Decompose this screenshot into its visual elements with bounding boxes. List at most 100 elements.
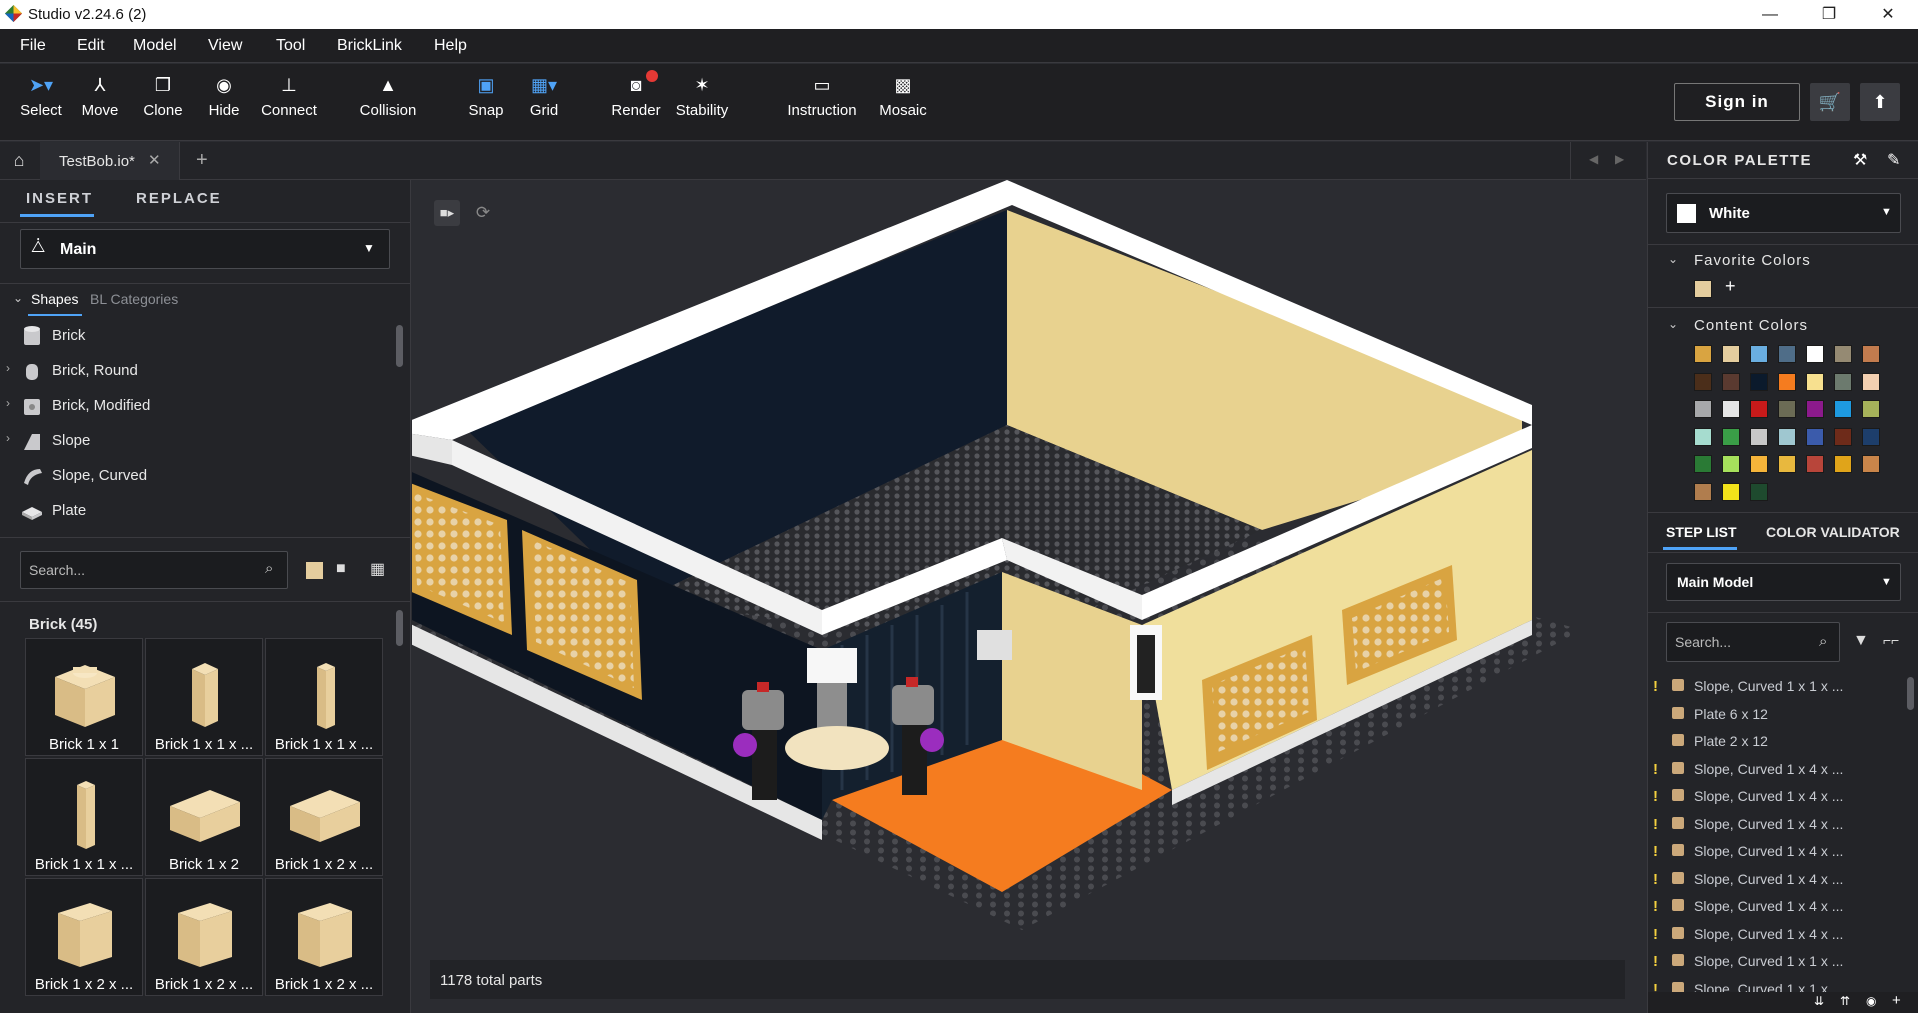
shape-item-brick[interactable]: Brick — [0, 318, 395, 353]
step-list-item[interactable]: ! Slope, Curved 1 x 4 x ... — [1648, 782, 1910, 809]
collision-tool-button[interactable]: ▲ Collision — [355, 70, 421, 134]
content-color-swatch[interactable] — [1694, 345, 1712, 363]
content-color-swatch[interactable] — [1806, 400, 1824, 418]
render-tool-button[interactable]: ◙ Render — [611, 70, 661, 134]
step-search-input[interactable]: Search... ⌕ — [1666, 622, 1840, 662]
add-step-icon[interactable]: + — [1892, 992, 1901, 1009]
step-list-item[interactable]: ! Slope, Curved 1 x 4 x ... — [1648, 920, 1910, 947]
content-color-swatch[interactable] — [1722, 400, 1740, 418]
expand-chevron-icon[interactable]: › — [6, 361, 10, 375]
expand-all-icon[interactable]: ⇈ — [1840, 994, 1850, 1008]
subtab-shapes[interactable]: Shapes — [31, 291, 78, 307]
content-color-swatch[interactable] — [1806, 372, 1824, 391]
subtab-bl-categories[interactable]: BL Categories — [90, 291, 178, 307]
tab-step-list[interactable]: STEP LIST — [1666, 524, 1737, 540]
menu-file[interactable]: File — [20, 37, 46, 55]
part-brick-1x2x-b[interactable]: Brick 1 x 2 x ... — [145, 878, 263, 996]
content-color-swatch[interactable] — [1862, 427, 1880, 446]
shape-item-brick-round[interactable]: › Brick, Round — [0, 353, 395, 388]
select-tool-button[interactable]: ➤▾ Select — [16, 70, 66, 134]
instruction-tool-button[interactable]: ▭ Instruction — [784, 70, 860, 134]
content-color-swatch[interactable] — [1750, 455, 1768, 473]
snap-tool-button[interactable]: ▣ Snap — [465, 70, 507, 134]
model-dropdown[interactable]: Main Model ▼ — [1666, 563, 1901, 601]
content-color-swatch[interactable] — [1862, 345, 1880, 363]
upload-button[interactable]: ⬆ — [1860, 83, 1900, 121]
home-button[interactable]: ⌂ — [0, 142, 38, 180]
menu-edit[interactable]: Edit — [77, 37, 105, 55]
tab-testbob[interactable]: TestBob.io* ✕ — [40, 142, 180, 180]
part-brick-1x2x-c[interactable]: Brick 1 x 2 x ... — [265, 878, 383, 996]
content-color-swatch[interactable] — [1694, 427, 1712, 446]
content-color-swatch[interactable] — [1722, 455, 1740, 473]
filter-icon[interactable]: ▼ — [1853, 632, 1869, 650]
search-icon[interactable]: ⌕ — [1819, 633, 1827, 650]
content-color-swatch[interactable] — [1862, 455, 1880, 473]
step-list-item[interactable]: Plate 2 x 12 — [1648, 727, 1910, 754]
content-color-swatch[interactable] — [1778, 400, 1796, 418]
collapse-chevron-icon[interactable]: ⌄ — [1668, 317, 1678, 331]
menu-model[interactable]: Model — [133, 37, 177, 55]
content-color-swatch[interactable] — [1778, 455, 1796, 473]
content-color-swatch[interactable] — [1694, 372, 1712, 391]
content-color-swatch[interactable] — [1834, 427, 1852, 446]
part-brick-1x2x[interactable]: Brick 1 x 2 x ... — [265, 758, 383, 876]
add-favorite-icon[interactable]: + — [1725, 276, 1736, 297]
color-filter-swatch[interactable] — [306, 562, 323, 579]
content-color-swatch[interactable] — [1750, 400, 1768, 418]
maximize-button[interactable]: ❐ — [1800, 0, 1858, 29]
minimize-button[interactable]: — — [1741, 0, 1799, 29]
part-brick-1x1x[interactable]: Brick 1 x 1 x ... — [145, 638, 263, 756]
step-list-item[interactable]: ! Slope, Curved 1 x 1 x ... — [1648, 672, 1910, 699]
content-color-swatch[interactable] — [1862, 372, 1880, 391]
shape-item-brick-modified[interactable]: › Brick, Modified — [0, 388, 395, 423]
step-list-item[interactable]: ! Slope, Curved 1 x 4 x ... — [1648, 755, 1910, 782]
brick-view-icon[interactable]: ■ — [336, 560, 346, 578]
content-color-swatch[interactable] — [1778, 427, 1796, 446]
content-color-swatch[interactable] — [1834, 400, 1852, 418]
palette-dropdown[interactable]: ⧊ Main ▼ — [20, 229, 390, 269]
content-color-swatch[interactable] — [1834, 372, 1852, 391]
expand-chevron-icon[interactable]: › — [6, 431, 10, 445]
hide-step-icon[interactable]: ◉ — [1866, 994, 1876, 1008]
collapse-chevron-icon[interactable]: ⌄ — [13, 291, 23, 305]
step-scrollbar[interactable] — [1907, 677, 1914, 710]
content-color-swatch[interactable] — [1722, 482, 1740, 501]
step-list-item[interactable]: ! Slope, Curved 1 x 1 x ... — [1648, 975, 1910, 992]
shape-item-plate[interactable]: Plate — [0, 493, 395, 528]
menu-help[interactable]: Help — [434, 37, 467, 55]
content-color-swatch[interactable] — [1806, 345, 1824, 363]
search-icon[interactable]: ⌕ — [265, 560, 273, 577]
step-list-item[interactable]: ! Slope, Curved 1 x 4 x ... — [1648, 865, 1910, 892]
step-list-item[interactable]: ! Slope, Curved 1 x 4 x ... — [1648, 892, 1910, 919]
glasses-icon[interactable]: ⌐⌐ — [1883, 632, 1899, 648]
content-color-swatch[interactable] — [1806, 455, 1824, 473]
move-tool-button[interactable]: ⅄ Move — [75, 70, 125, 134]
part-brick-1x2[interactable]: Brick 1 x 2 — [145, 758, 263, 876]
content-color-swatch[interactable] — [1806, 427, 1824, 446]
content-color-swatch[interactable] — [1750, 427, 1768, 446]
content-color-swatch[interactable] — [1722, 372, 1740, 391]
tab-next-icon[interactable]: ▶ — [1615, 152, 1624, 166]
content-color-swatch[interactable] — [1694, 482, 1712, 501]
clone-tool-button[interactable]: ❐ Clone — [137, 70, 189, 134]
collapse-chevron-icon[interactable]: ⌄ — [1668, 252, 1678, 266]
tab-close-icon[interactable]: ✕ — [148, 151, 161, 169]
parts-search-input[interactable]: Search... ⌕ — [20, 551, 288, 589]
favorite-color-swatch[interactable] — [1694, 280, 1712, 298]
part-brick-1x1x-tallest[interactable]: Brick 1 x 1 x ... — [25, 758, 143, 876]
menu-bricklink[interactable]: BrickLink — [337, 37, 402, 55]
content-color-swatch[interactable] — [1862, 400, 1880, 418]
menu-tool[interactable]: Tool — [276, 37, 305, 55]
step-list-item[interactable]: ! Slope, Curved 1 x 1 x ... — [1648, 947, 1910, 974]
eyedropper-icon[interactable]: ✎ — [1887, 150, 1900, 170]
mosaic-tool-button[interactable]: ▩ Mosaic — [876, 70, 930, 134]
tab-color-validator[interactable]: COLOR VALIDATOR — [1766, 524, 1900, 540]
step-list-item[interactable]: ! Slope, Curved 1 x 4 x ... — [1648, 810, 1910, 837]
part-brick-1x2x-a[interactable]: Brick 1 x 2 x ... — [25, 878, 143, 996]
content-color-swatch[interactable] — [1722, 345, 1740, 363]
content-color-swatch[interactable] — [1694, 455, 1712, 473]
part-brick-1x1x-tall[interactable]: Brick 1 x 1 x ... — [265, 638, 383, 756]
add-tab-button[interactable]: + — [196, 149, 208, 172]
grid-view-icon[interactable]: ▦ — [370, 559, 385, 579]
